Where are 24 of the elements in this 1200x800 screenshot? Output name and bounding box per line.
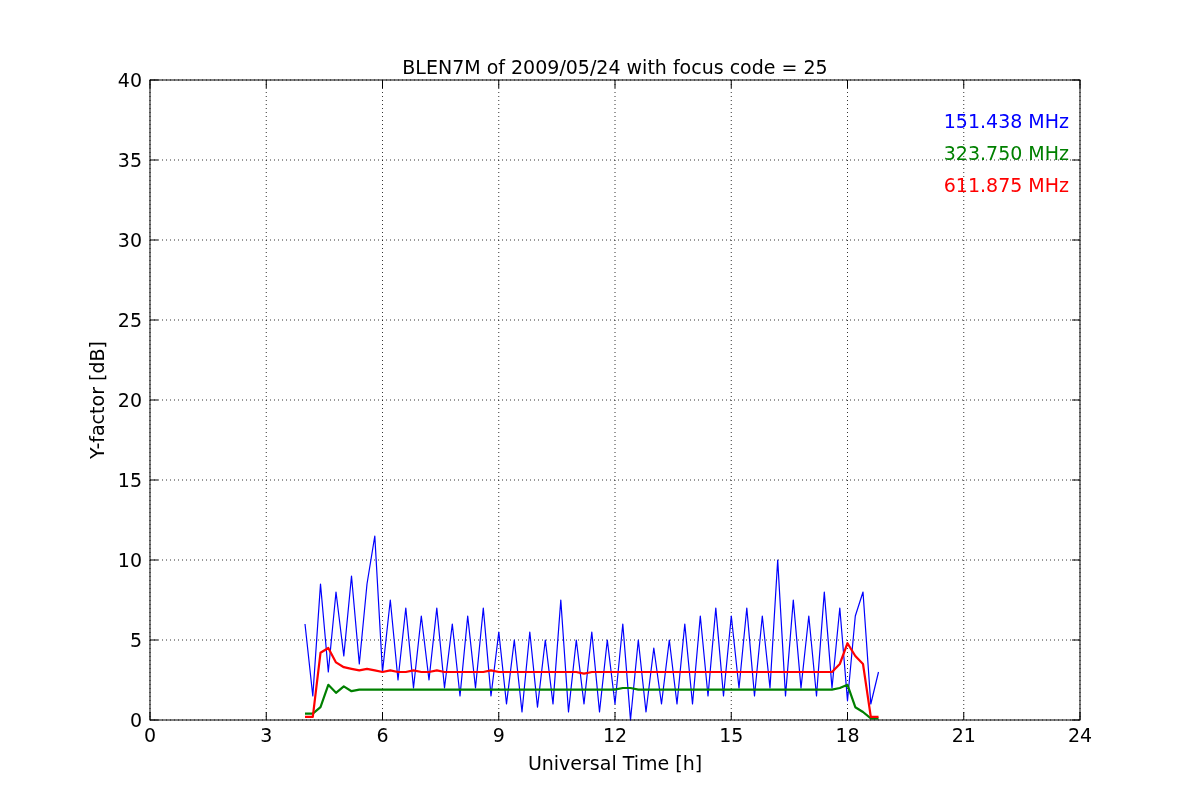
y-tick-label: 25 bbox=[117, 309, 142, 331]
x-tick-label: 18 bbox=[835, 724, 860, 746]
y-tick-label: 0 bbox=[129, 709, 142, 731]
legend-label: 611.875 MHz bbox=[943, 174, 1069, 196]
x-tick-label: 15 bbox=[719, 724, 744, 746]
y-tick-label: 10 bbox=[117, 549, 142, 571]
y-tick-label: 15 bbox=[117, 469, 142, 491]
x-tick-label: 6 bbox=[376, 724, 389, 746]
x-tick-label: 3 bbox=[260, 724, 273, 746]
x-axis-label: Universal Time [h] bbox=[527, 752, 703, 774]
x-tick-label: 24 bbox=[1067, 724, 1093, 746]
x-tick-label: 21 bbox=[951, 724, 976, 746]
y-tick-label: 30 bbox=[117, 229, 142, 251]
y-tick-label: 40 bbox=[117, 69, 142, 91]
y-tick-label: 20 bbox=[117, 389, 142, 411]
y-tick-label: 35 bbox=[117, 149, 142, 171]
chart-title: BLEN7M of 2009/05/24 with focus code = 25 bbox=[402, 56, 828, 78]
legend-label: 323.750 MHz bbox=[943, 142, 1069, 164]
x-tick-label: 0 bbox=[143, 724, 157, 746]
y-axis-label: Y-factor [dB] bbox=[86, 341, 108, 459]
legend-label: 151.438 MHz bbox=[943, 110, 1069, 132]
x-tick-label: 9 bbox=[492, 724, 505, 746]
x-tick-label: 12 bbox=[602, 724, 628, 746]
y-tick-label: 5 bbox=[129, 629, 142, 651]
